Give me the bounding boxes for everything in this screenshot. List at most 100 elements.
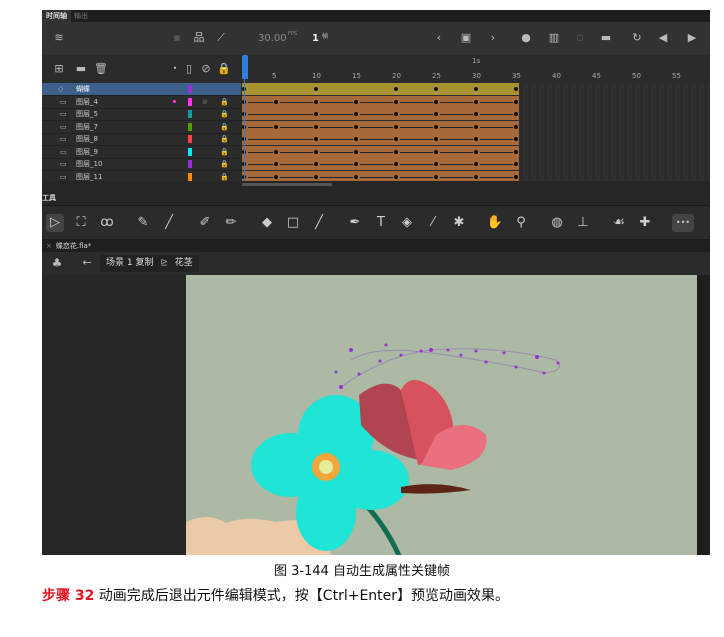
step-back-icon[interactable]: ◀ [656, 32, 670, 44]
keyframe[interactable] [394, 162, 398, 166]
keyframe[interactable] [394, 149, 398, 154]
edit-multiple-frames-icon[interactable]: ▥ [547, 32, 561, 44]
breadcrumb-scene[interactable]: 场景 1 复制 [106, 258, 153, 268]
tween-span[interactable] [242, 120, 519, 133]
horizontal-scrollbar[interactable] [242, 183, 332, 186]
keyframe[interactable] [354, 137, 358, 141]
keyframe[interactable] [514, 87, 518, 91]
keyframe[interactable] [514, 124, 518, 129]
keyframe[interactable] [394, 87, 398, 91]
layer-name[interactable]: 图层_11 [76, 171, 102, 182]
keyframe[interactable] [434, 162, 438, 166]
keyframe[interactable] [514, 137, 518, 141]
breadcrumb-symbol[interactable]: 花茎 [175, 258, 193, 268]
keyframe[interactable] [314, 174, 318, 179]
keyframe[interactable] [314, 112, 318, 116]
keyframe[interactable] [474, 149, 478, 154]
lock-icon[interactable]: 🔒 [217, 63, 231, 75]
frame-ruler[interactable]: 1s 5 10 15 20 25 30 35 40 45 50 55 [242, 55, 710, 84]
keyframe[interactable] [274, 174, 278, 179]
keyframe[interactable] [474, 137, 478, 141]
rectangle-tool[interactable]: □ [284, 214, 302, 232]
back-arrow-icon[interactable]: ← [80, 257, 94, 269]
keyframe[interactable] [314, 99, 318, 104]
stage-canvas[interactable] [186, 275, 697, 555]
keyframe[interactable] [434, 149, 438, 154]
layer-name[interactable]: 图层_10 [76, 158, 102, 170]
layer-color-swatch[interactable] [188, 122, 192, 131]
layer-row[interactable]: ▭ 图层_5 🔒 [42, 108, 241, 121]
insert-classic-tween-icon[interactable]: ▬ [599, 32, 613, 44]
new-folder-icon[interactable]: ▬ [74, 63, 88, 75]
prev-keyframe-icon[interactable]: ‹ [432, 32, 446, 44]
fps-value[interactable]: 30.00 [258, 33, 287, 44]
keyframe[interactable] [514, 174, 518, 179]
zoom-tool[interactable]: ⚲ [512, 214, 530, 232]
tween-span[interactable] [242, 133, 519, 145]
asset-warp-tool[interactable]: ☙ [610, 214, 628, 232]
tab-output[interactable]: 输出 [70, 10, 92, 22]
layer-color-swatch[interactable] [188, 97, 192, 106]
layer-name[interactable]: 图层_5 [76, 108, 98, 120]
keyframe[interactable] [474, 99, 478, 104]
layer-name[interactable]: 图层_8 [76, 133, 98, 145]
lock-icon[interactable]: 🔒 [220, 96, 229, 108]
keyframe[interactable] [354, 124, 358, 129]
current-frame[interactable]: 1 [312, 33, 319, 44]
insert-keyframe-icon[interactable]: ▣ [459, 32, 473, 44]
tween-icon[interactable]: ▫ [573, 32, 587, 44]
keyframe[interactable] [314, 87, 318, 91]
selection-tool[interactable]: ▷ [46, 214, 64, 232]
line-tool[interactable]: ╱ [310, 214, 328, 232]
keyframe[interactable] [474, 87, 478, 91]
layer-color-swatch[interactable] [188, 110, 192, 118]
keyframe[interactable] [394, 112, 398, 116]
pen-tool[interactable]: ✒ [346, 214, 364, 232]
keyframe[interactable] [514, 112, 518, 116]
layer-row[interactable]: ▭ 图层_7 🔒 [42, 121, 241, 134]
keyframe[interactable] [314, 124, 318, 129]
highlight-icon[interactable]: • [168, 63, 182, 75]
pencil-tool[interactable]: ✏ [222, 214, 240, 232]
layer-name[interactable]: 蝴蝶 [76, 83, 90, 95]
visibility-icon[interactable]: ⊘ [199, 63, 213, 75]
keyframe[interactable] [474, 112, 478, 116]
frame-grid[interactable] [242, 83, 710, 181]
new-layer-icon[interactable]: ⊞ [52, 63, 66, 75]
layer-row[interactable]: ▭ 图层_9 🔒 [42, 146, 241, 159]
document-tab[interactable]: × 蝶恋花.fla* [42, 240, 710, 252]
layer-row[interactable]: ▭ 图层_11 🔒 [42, 171, 241, 182]
lock-icon[interactable]: 🔒 [220, 146, 229, 158]
delete-layer-icon[interactable]: 🗑 [94, 63, 108, 75]
more-tools[interactable]: ••• [672, 214, 694, 232]
keyframe[interactable] [274, 149, 278, 154]
fluid-brush-tool[interactable]: ✐ [196, 214, 214, 232]
keyframe[interactable] [434, 174, 438, 179]
camera-icon[interactable]: ▪ [170, 32, 184, 44]
keyframe[interactable] [474, 174, 478, 179]
keyframe[interactable] [394, 99, 398, 104]
lock-icon[interactable]: 🔒 [220, 158, 229, 170]
tween-span[interactable] [242, 83, 519, 95]
pin-tool[interactable]: ✱ [450, 214, 468, 232]
hidden-icon[interactable]: ⊘ [202, 96, 208, 108]
loop-icon[interactable]: ↻ [630, 32, 644, 44]
tween-span[interactable] [242, 108, 519, 120]
keyframe[interactable] [394, 137, 398, 141]
paint-brush-tool[interactable]: ✎ [134, 214, 152, 232]
keyframe[interactable] [354, 149, 358, 154]
layer-color-swatch[interactable] [188, 160, 192, 168]
lock-icon[interactable]: 🔒 [220, 133, 229, 145]
layer-row[interactable]: ◇ 蝴蝶 [42, 83, 241, 96]
lasso-tool[interactable]: ꝏ [98, 214, 116, 232]
layer-name[interactable]: 图层_9 [76, 146, 98, 158]
layer-color-swatch[interactable] [188, 85, 192, 93]
keyframe[interactable] [314, 137, 318, 141]
keyframe[interactable] [474, 124, 478, 129]
graph-icon[interactable]: ⟋ [214, 32, 228, 44]
layer-name[interactable]: 图层_4 [76, 96, 98, 108]
keyframe[interactable] [274, 162, 278, 166]
3d-rotation-tool[interactable]: ◍ [548, 214, 566, 232]
layer-color-swatch[interactable] [188, 172, 192, 181]
keyframe[interactable] [434, 137, 438, 141]
